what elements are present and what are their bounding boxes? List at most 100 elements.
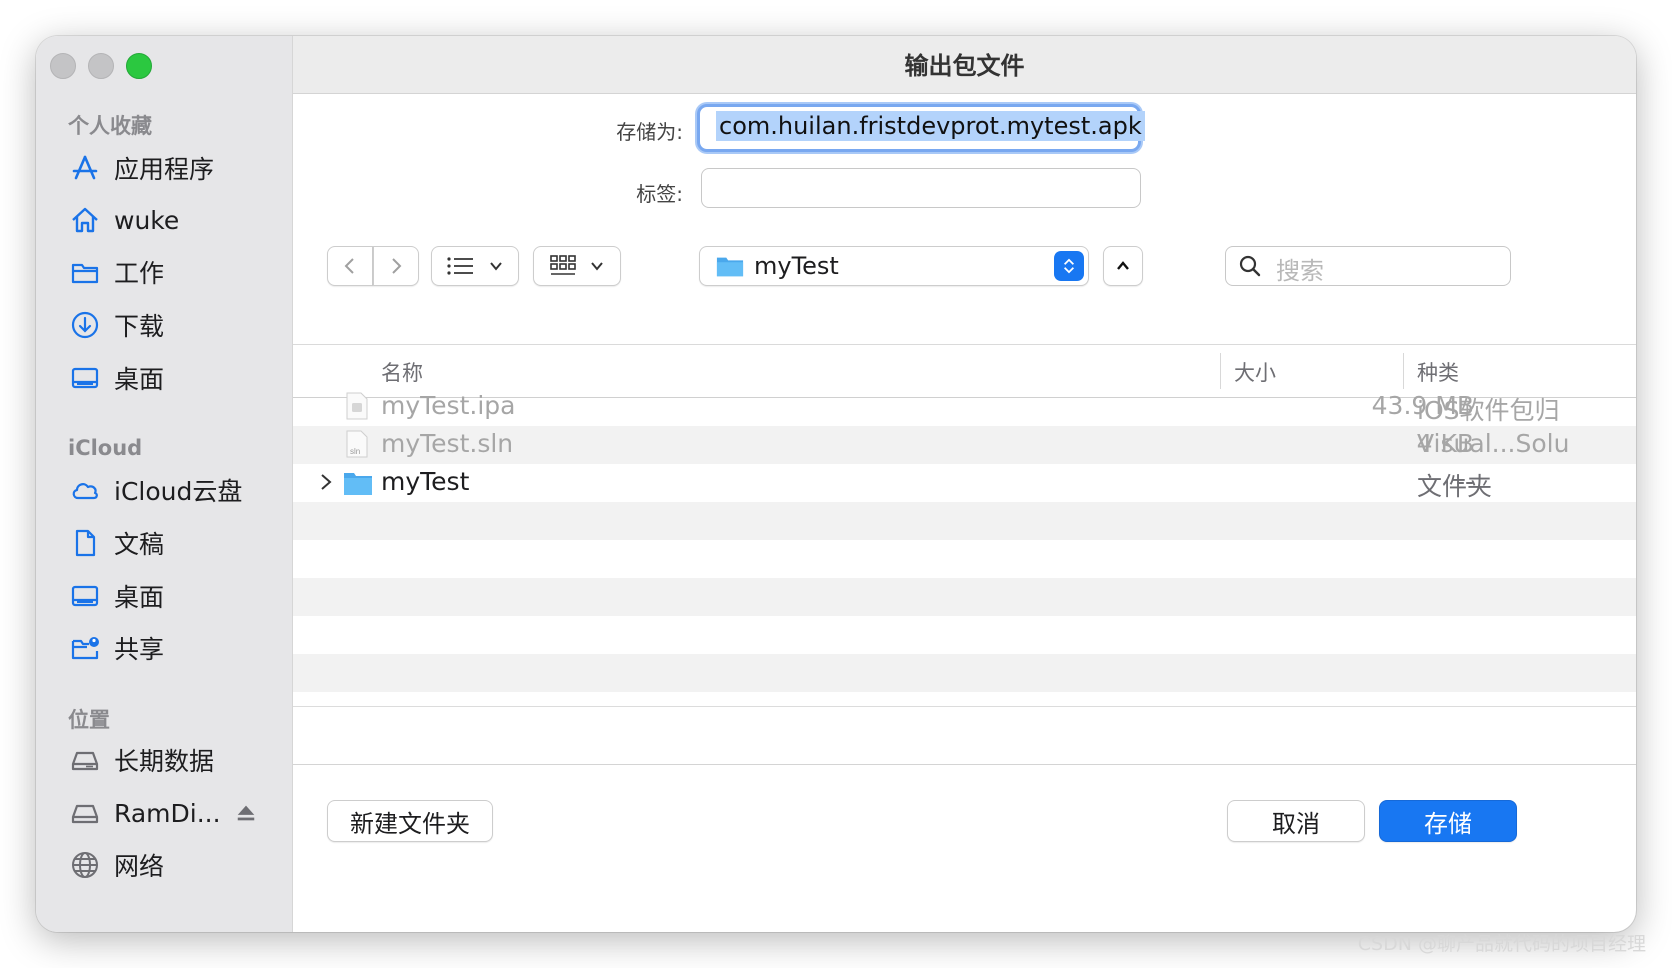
desktop-icon	[68, 361, 102, 395]
sidebar-item-label: 文稿	[114, 530, 165, 559]
chevron-left-icon	[344, 258, 354, 274]
column-header-name[interactable]: 名称	[381, 357, 423, 387]
sidebar-item-label: wuke	[114, 205, 180, 235]
svg-text:sln: sln	[350, 447, 360, 456]
file-name: myTest	[381, 467, 470, 496]
sidebar-item-label: 长期数据	[114, 747, 215, 776]
file-name: myTest.sln	[381, 429, 514, 458]
sidebar-item-work[interactable]: 工作	[68, 250, 164, 294]
forward-button[interactable]	[373, 246, 419, 286]
chevron-down-icon	[591, 262, 603, 271]
popup-stepper-icon	[1054, 251, 1084, 281]
download-icon	[68, 308, 102, 342]
chevron-right-icon	[392, 258, 402, 274]
save-dialog-window: 个人收藏 应用程序 wuke 工作 下载 桌面 iCloud iCloud云盘 …	[36, 36, 1636, 932]
sidebar-item-label: 桌面	[114, 365, 165, 394]
sidebar-item-label: iCloud云盘	[114, 477, 243, 506]
empty-row	[293, 578, 1636, 616]
tags-field[interactable]	[701, 168, 1141, 208]
sidebar-item-icloud-desktop[interactable]: 桌面	[68, 574, 164, 618]
sidebar-item-long-term-data[interactable]: 长期数据	[68, 738, 214, 782]
folder-icon	[68, 255, 102, 289]
table-row: myTest.ipa 43.9 MB iOS软件包归	[293, 388, 1636, 426]
table-row: sln myTest.sln 4 KB Visual...Solu	[293, 426, 1636, 464]
sidebar-item-shared[interactable]: 共享	[68, 626, 164, 670]
sidebar-item-downloads[interactable]: 下载	[68, 303, 164, 347]
document-icon	[68, 526, 102, 560]
sidebar-item-network[interactable]: 网络	[68, 843, 164, 887]
empty-row	[293, 502, 1636, 540]
new-folder-button[interactable]: 新建文件夹	[327, 800, 493, 842]
sidebar-item-label: 应用程序	[114, 155, 215, 184]
column-divider[interactable]	[1220, 353, 1221, 389]
file-kind: Visual...Solu	[1417, 429, 1570, 458]
sidebar-item-label: 桌面	[114, 583, 165, 612]
locations-section-title: 位置	[68, 708, 110, 732]
save-label: 存储	[1424, 809, 1472, 838]
disclosure-chevron-icon[interactable]	[319, 473, 333, 495]
save-as-label: 存储为:	[616, 120, 683, 144]
search-placeholder: 搜索	[1276, 257, 1324, 285]
desktop-icon	[68, 579, 102, 613]
sidebar-item-applications[interactable]: 应用程序	[68, 146, 214, 190]
location-label: myTest	[754, 252, 839, 280]
list-view-button[interactable]	[431, 246, 519, 286]
sidebar-item-home[interactable]: wuke	[68, 198, 179, 242]
grid-icon	[550, 255, 576, 275]
chevron-up-icon	[1117, 261, 1129, 270]
drive-icon	[68, 796, 102, 830]
cloud-icon	[68, 473, 102, 507]
column-header-kind[interactable]: 种类	[1417, 357, 1459, 387]
location-popup[interactable]: myTest	[699, 246, 1089, 286]
dialog-title: 输出包文件	[904, 52, 1025, 80]
cancel-button[interactable]: 取消	[1227, 800, 1365, 842]
sidebar-item-label: 工作	[114, 259, 165, 288]
sidebar-item-label: 下载	[114, 312, 165, 341]
sidebar-item-label: 共享	[114, 635, 165, 664]
back-button[interactable]	[327, 246, 373, 286]
shared-folder-icon	[68, 631, 102, 665]
empty-row	[293, 654, 1636, 692]
sidebar-item-ramdisk[interactable]: RamDi...	[68, 791, 257, 835]
folder-icon	[716, 257, 744, 277]
apps-icon	[68, 151, 102, 185]
footer-divider	[293, 764, 1636, 765]
collapse-button[interactable]	[1103, 246, 1143, 286]
minimize-window-button[interactable]	[88, 53, 114, 79]
watermark: CSDN @聊产品就代码的项目经理	[1357, 933, 1646, 955]
sidebar-item-label: 网络	[114, 852, 165, 881]
save-as-value: com.huilan.fristdevprot.mytest.apk	[716, 111, 1145, 141]
grid-view-button[interactable]	[533, 246, 621, 286]
table-bottom-divider	[293, 706, 1636, 707]
search-field[interactable]: 搜索	[1225, 246, 1511, 286]
sidebar-item-documents[interactable]: 文稿	[68, 521, 164, 565]
network-icon	[68, 848, 102, 882]
sidebar-item-desktop[interactable]: 桌面	[68, 356, 164, 400]
folder-icon	[343, 470, 373, 500]
eject-icon[interactable]	[235, 802, 257, 824]
save-button[interactable]: 存储	[1379, 800, 1517, 842]
ipa-file-icon	[345, 392, 369, 424]
titlebar: 输出包文件	[293, 36, 1636, 94]
list-icon	[447, 257, 473, 275]
column-divider[interactable]	[1403, 353, 1404, 389]
file-kind: iOS软件包归	[1417, 396, 1560, 425]
table-row[interactable]: myTest -- 文件夹	[293, 464, 1636, 502]
column-header-size[interactable]: 大小	[1234, 357, 1276, 387]
home-icon	[68, 203, 102, 237]
drive-icon	[68, 743, 102, 777]
save-as-field[interactable]: com.huilan.fristdevprot.mytest.apk	[697, 104, 1145, 152]
sidebar-item-label: RamDi...	[114, 798, 221, 828]
main-panel: 输出包文件 存储为: com.huilan.fristdevprot.mytes…	[293, 36, 1636, 932]
new-folder-label: 新建文件夹	[350, 809, 470, 838]
search-icon	[1239, 255, 1261, 277]
zoom-window-button[interactable]	[126, 53, 152, 79]
tags-label: 标签:	[636, 182, 683, 206]
chevron-down-icon	[490, 262, 502, 271]
sidebar-item-icloud-drive[interactable]: iCloud云盘	[68, 468, 242, 512]
close-window-button[interactable]	[50, 53, 76, 79]
icloud-section-title: iCloud	[68, 436, 143, 460]
sidebar: 个人收藏 应用程序 wuke 工作 下载 桌面 iCloud iCloud云盘 …	[36, 36, 293, 932]
file-name: myTest.ipa	[381, 391, 516, 420]
favorites-section-title: 个人收藏	[68, 114, 152, 138]
